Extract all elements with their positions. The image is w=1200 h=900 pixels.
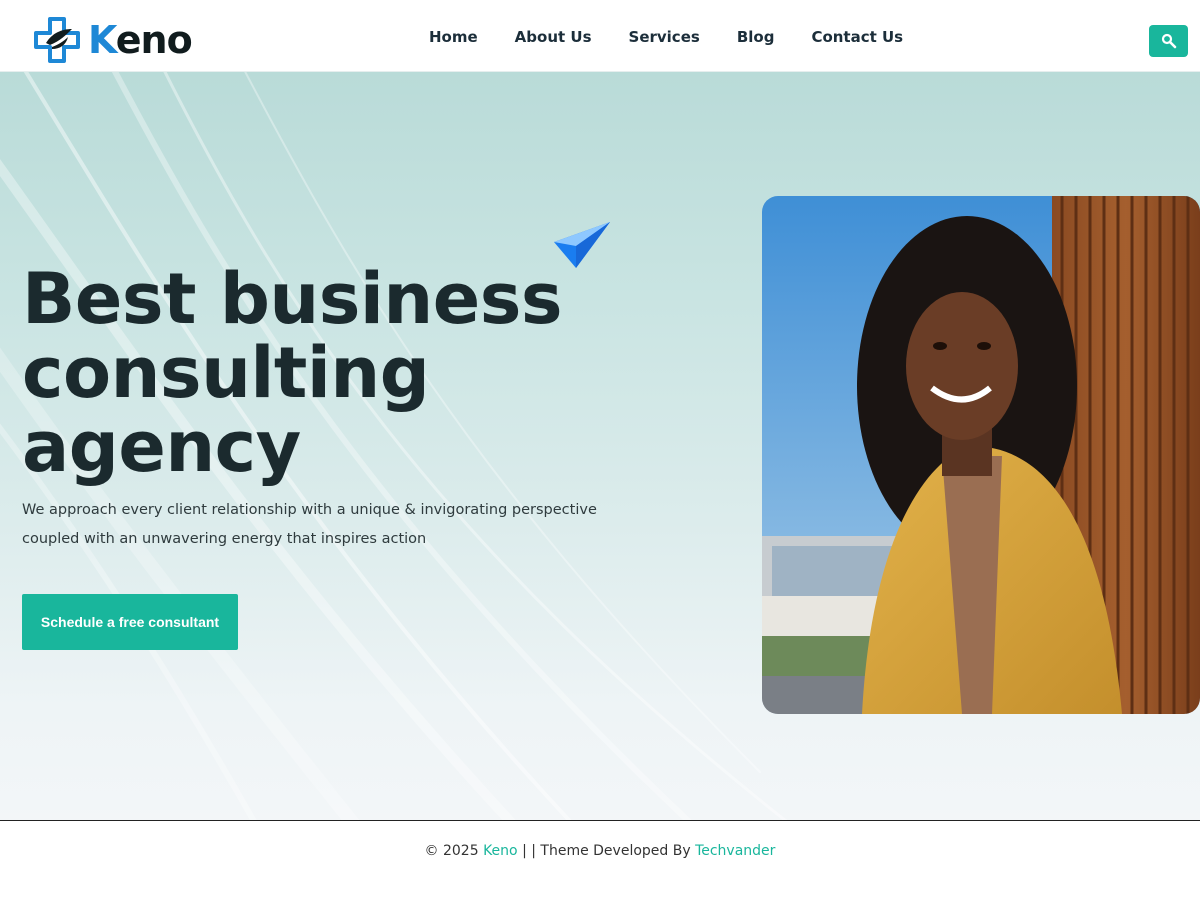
logo-text: Keno: [88, 18, 193, 62]
headline-line-3: agency: [22, 406, 301, 488]
subtext-line-1: We approach every client relationship wi…: [22, 502, 597, 518]
nav-contact-us[interactable]: Contact Us: [811, 28, 903, 46]
main-nav: Home About Us Services Blog Contact Us: [429, 28, 940, 46]
footer-brand-link[interactable]: Keno: [483, 843, 518, 859]
logo[interactable]: Keno: [32, 16, 193, 64]
logo-text-first: K: [88, 18, 117, 62]
hero-photo: [762, 196, 1200, 714]
headline-line-2: consulting: [22, 332, 430, 414]
logo-cross-icon: [34, 17, 80, 63]
search-button[interactable]: [1149, 25, 1188, 57]
nav-home[interactable]: Home: [429, 28, 478, 46]
site-header: Keno Home About Us Services Blog Contact…: [0, 0, 1200, 72]
footer-developer-link[interactable]: Techvander: [695, 843, 775, 859]
search-icon: [1161, 33, 1176, 49]
nav-blog[interactable]: Blog: [737, 28, 775, 46]
footer-credits: © 2025 Keno | | Theme Developed By Techv…: [0, 843, 1200, 859]
footer-separator: | | Theme Developed By: [517, 843, 696, 859]
nav-about-us[interactable]: About Us: [515, 28, 592, 46]
nav-services[interactable]: Services: [629, 28, 700, 46]
subtext-line-2: coupled with an unwavering energy that i…: [22, 531, 427, 547]
footer-copyright: © 2025: [424, 843, 484, 859]
hero-headline: Best business consulting agency: [22, 262, 642, 484]
headline-line-1: Best business: [22, 258, 563, 340]
logo-text-rest: eno: [115, 18, 193, 62]
hero-subtext: We approach every client relationship wi…: [22, 496, 602, 554]
site-footer: © 2025 Keno | | Theme Developed By Techv…: [0, 820, 1200, 900]
hero-section: Best business consulting agency We appro…: [0, 72, 1200, 820]
schedule-consultant-button[interactable]: Schedule a free consultant: [22, 594, 238, 650]
